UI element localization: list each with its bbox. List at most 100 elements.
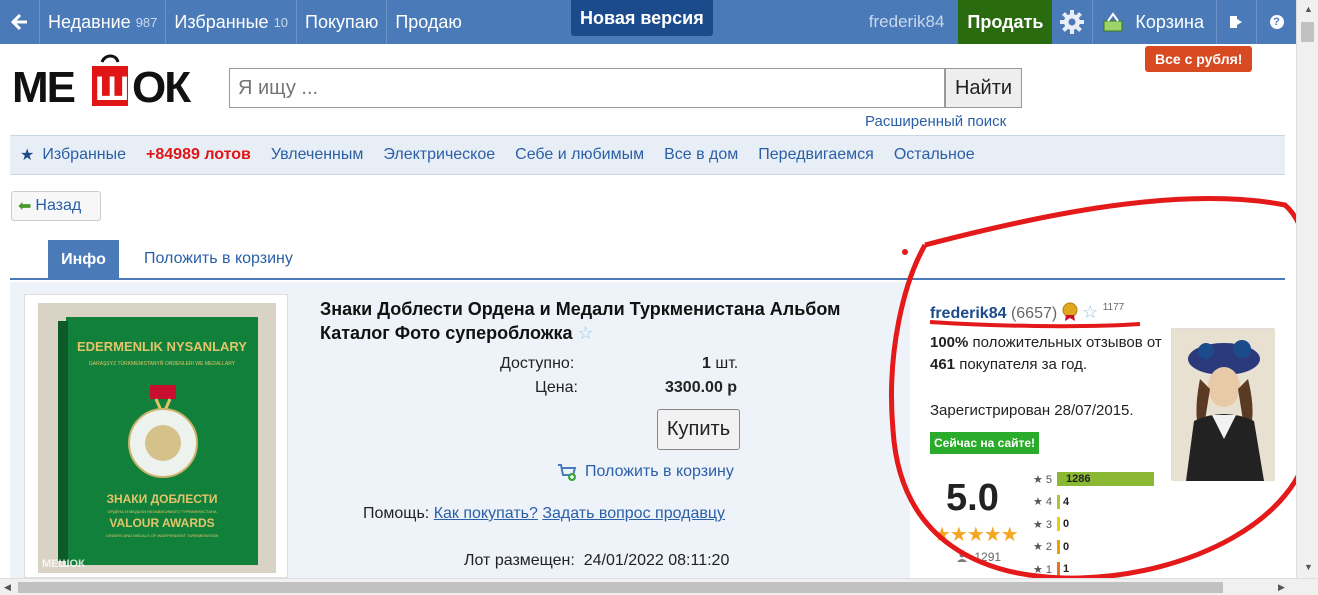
seller-panel: frederik84 (6657) ☆ 1177 100% положитель… [910,282,1285,578]
back-arrow-button[interactable] [0,0,40,44]
add-to-cart-label: Положить в корзину [585,463,734,480]
posted-value: 24/01/2022 08:11:20 [583,552,730,569]
seller-rating: 5.0 [946,477,999,519]
lot-image[interactable]: EDERMENLIK NYSANLARY GARAŞSYZ TÜRKMENIST… [38,303,276,573]
category-bar: ★ Избранные +84989 лотов Увлеченным Элек… [10,135,1285,175]
buying-button[interactable]: Покупаю [297,0,388,44]
award-medal-icon [1062,302,1078,321]
rating-votes: 1291 [957,550,1001,564]
scroll-down-icon[interactable]: ▼ [1304,562,1313,572]
seller-feedback-summary: 100% положительных отзывов от 461 покупа… [930,334,1162,373]
scroll-up-icon[interactable]: ▲ [1304,4,1313,14]
rating-bar-label: ★ 4 [1033,496,1053,508]
category-item[interactable]: Электрическое [383,146,495,164]
svg-text:МЕШОК: МЕШОК [42,558,85,570]
person-icon [957,552,967,562]
lot-image-frame[interactable]: EDERMENLIK NYSANLARY GARAŞSYZ TÜRKMENIST… [24,294,288,578]
favorites-button[interactable]: Избранные 10 [166,0,298,44]
seller-name-link[interactable]: frederik84 [930,305,1007,322]
cart-icon [1103,12,1123,32]
rating-bar-label: ★ 5 [1033,473,1053,486]
new-version-button[interactable]: Новая версия [571,0,713,36]
logout-icon [1229,16,1242,28]
promo-badge[interactable]: Все с рубля! [1145,46,1253,72]
advanced-search-link[interactable]: Расширенный поиск [865,113,1006,130]
tab-add-to-cart[interactable]: Положить в корзину [144,250,293,268]
seller-feedback-count[interactable]: (6657) [1011,305,1057,322]
search-button[interactable]: Найти [945,68,1022,108]
lot-tabs: Инфо Положить в корзину [10,240,1285,280]
rating-bar-fill [1057,494,1060,509]
rating-bar-row: ★ 5 1286 [1033,472,1154,486]
arrow-left-icon [10,13,27,31]
add-to-cart-link[interactable]: Положить в корзину [556,462,734,482]
horizontal-scrollbar[interactable]: ◀ ▶ [0,578,1318,595]
category-new-lots[interactable]: +84989 лотов [146,146,251,164]
favorite-star-icon[interactable]: ☆ [578,323,594,343]
rating-bar-fill [1057,562,1060,576]
seller-avatar[interactable] [1171,328,1275,481]
scroll-right-icon[interactable]: ▶ [1278,582,1285,593]
favorites-count: 10 [273,14,289,30]
search-input[interactable] [229,68,945,108]
buy-button[interactable]: Купить [657,409,740,450]
svg-text:GARAŞSYZ TÜRKMENISTANYŇ ORDENL: GARAŞSYZ TÜRKMENISTANYŇ ORDENLERI WE MED… [89,360,236,367]
posted-row: Лот размещен: 24/01/2022 08:11:20 [464,552,729,570]
rating-stars: ★★★★★ [933,524,1019,546]
available-label: Доступно: [500,355,575,372]
favorites-label: Избранные [174,11,269,32]
sell-button[interactable]: Продать [958,0,1053,44]
price-value: 3300.00 р [665,379,738,396]
rating-bar-value: 1 [1063,563,1070,575]
recent-label: Недавние [48,11,131,32]
recent-button[interactable]: Недавние 987 [40,0,167,44]
rating-bar-value: 0 [1063,518,1070,530]
help-row: Помощь: Как покупать? Задать вопрос прод… [363,505,725,523]
lot-title: Знаки Доблести Ордена и Медали Туркменис… [320,297,900,345]
help-button[interactable]: ? [1256,0,1296,44]
gear-icon [1060,10,1085,34]
back-button[interactable]: ⬅ Назад [11,191,101,221]
vertical-scroll-thumb[interactable] [1301,22,1314,42]
category-favorites[interactable]: Избранные [42,146,126,164]
vertical-scrollbar[interactable]: ▲ ▼ [1296,0,1318,578]
recent-count: 987 [135,14,158,30]
svg-text:ЗНАКИ ДОБЛЕСТИ: ЗНАКИ ДОБЛЕСТИ [106,492,217,506]
seller-fav-star-icon[interactable]: ☆ [1082,302,1098,322]
rating-bar-row: ★ 4 4 [1033,494,1069,509]
svg-text:Ш: Ш [95,70,129,108]
lot-content: EDERMENLIK NYSANLARY GARAŞSYZ TÜRKMENIST… [10,282,1285,578]
rating-bar-row: ★ 1 1 [1033,562,1069,576]
svg-text:EDERMENLIK NYSANLARY: EDERMENLIK NYSANLARY [77,339,247,354]
seller-registered: Зарегистрирован 28/07/2015. [930,402,1134,419]
back-label: Назад [35,197,82,214]
logout-button[interactable] [1216,0,1256,44]
top-nav-right: frederik84 Продать Корзина ? [855,0,1296,44]
ask-seller-link[interactable]: Задать вопрос продавцу [542,505,725,522]
help-label: Помощь: [363,505,430,522]
username-link[interactable]: frederik84 [855,0,959,44]
seller-fav-count: 1177 [1102,302,1125,313]
svg-text:ORDERS AND MEDALS OF INDEPENDE: ORDERS AND MEDALS OF INDEPENDENT TURKMEN… [106,533,219,538]
category-item[interactable]: Передвигаемся [758,146,874,164]
rating-bar-fill [1057,539,1060,554]
how-to-buy-link[interactable]: Как покупать? [434,505,538,522]
online-status-badge: Сейчас на сайте! [930,432,1040,454]
selling-button[interactable]: Продаю [387,0,470,44]
horizontal-scroll-thumb[interactable] [18,582,1223,593]
category-item[interactable]: Остальное [894,146,975,164]
seller-name-row: frederik84 (6657) ☆ 1177 [930,302,1124,323]
site-logo[interactable]: МЕ Ш ОК [12,54,216,114]
avatar-image [1172,329,1275,481]
rating-bar-row: ★ 3 0 [1033,517,1069,531]
scroll-left-icon[interactable]: ◀ [4,582,11,593]
cart-button[interactable]: Корзина [1092,0,1216,44]
category-item[interactable]: Все в дом [664,146,738,164]
rating-bar-row: ★ 2 0 [1033,539,1069,554]
settings-button[interactable] [1052,0,1092,44]
tab-info[interactable]: Инфо [48,240,119,280]
svg-text:ОРДЕНА И МЕДАЛИ НЕЗАВИСИМОГО Т: ОРДЕНА И МЕДАЛИ НЕЗАВИСИМОГО ТУРКМЕНИСТА… [107,509,216,514]
rating-bar-fill [1057,517,1060,531]
category-item[interactable]: Себе и любимым [515,146,644,164]
category-item[interactable]: Увлеченным [271,146,364,164]
